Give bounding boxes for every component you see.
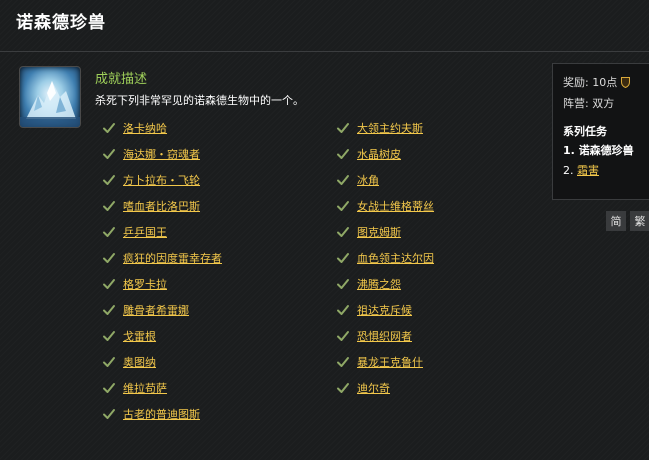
criteria-link[interactable]: 维拉苟萨: [123, 380, 167, 396]
series-item-next: 2. 霜害: [563, 162, 599, 178]
criteria-link[interactable]: 女战士维格蒂丝: [357, 198, 434, 214]
checkmark-icon: [337, 123, 349, 133]
criteria-link[interactable]: 古老的普迪图斯: [123, 406, 200, 422]
criteria-link[interactable]: 戈雷根: [123, 328, 156, 344]
criteria-item: 恐惧织网者: [336, 327, 412, 345]
criteria-link[interactable]: 格罗卡拉: [123, 276, 167, 292]
criteria-item: 戈雷根: [102, 327, 156, 345]
faction-label: 阵营: 双方: [563, 97, 615, 110]
criteria-link[interactable]: 嗜血者比洛巴斯: [123, 198, 200, 214]
title-divider: [0, 51, 649, 52]
criteria-item: 维拉苟萨: [102, 379, 167, 397]
checkmark-icon: [103, 201, 115, 211]
criteria-item: 迪尔奇: [336, 379, 390, 397]
checkmark-icon: [337, 201, 349, 211]
checkmark-icon: [337, 149, 349, 159]
checkmark-icon: [337, 331, 349, 341]
series-heading: 系列任务: [563, 125, 607, 138]
criteria-link[interactable]: 大领主约夫斯: [357, 120, 423, 136]
criteria-link[interactable]: 水晶树皮: [357, 146, 401, 162]
checkmark-icon: [103, 175, 115, 185]
reward-line: 奖励: 10点: [563, 74, 631, 90]
checkmark-icon: [103, 383, 115, 393]
traditional-chinese-button[interactable]: 繁: [630, 211, 649, 231]
side-panel: 奖励: 10点 阵营: 双方 系列任务 1. 诺森德珍兽 2. 霜害: [552, 63, 649, 200]
criteria-item: 方卜拉布・飞轮: [102, 171, 200, 189]
criteria-item: 冰角: [336, 171, 379, 189]
criteria-item: 图克姆斯: [336, 223, 401, 241]
criteria-link[interactable]: 恐惧织网者: [357, 328, 412, 344]
criteria-item: 沸腾之怨: [336, 275, 401, 293]
criteria-link[interactable]: 祖达克斥候: [357, 302, 412, 318]
criteria-item: 乒乒国王: [102, 223, 167, 241]
criteria-item: 嗜血者比洛巴斯: [102, 197, 200, 215]
series-link[interactable]: 霜害: [577, 164, 599, 177]
shield-icon: [621, 76, 631, 88]
criteria-item: 暴龙王克鲁什: [336, 353, 423, 371]
criteria-item: 水晶树皮: [336, 145, 401, 163]
checkmark-icon: [103, 331, 115, 341]
checkmark-icon: [103, 253, 115, 263]
checkmark-icon: [103, 357, 115, 367]
criteria-link[interactable]: 海达娜・窃魂者: [123, 146, 200, 162]
criteria-link[interactable]: 方卜拉布・飞轮: [123, 172, 200, 188]
checkmark-icon: [103, 227, 115, 237]
criteria-item: 血色领主达尔因: [336, 249, 434, 267]
page-title: 诺森德珍兽: [16, 13, 106, 33]
criteria-item: 雕骨者希雷娜: [102, 301, 189, 319]
simplified-chinese-button[interactable]: 简: [606, 211, 626, 231]
criteria-item: 女战士维格蒂丝: [336, 197, 434, 215]
checkmark-icon: [103, 305, 115, 315]
series-label: 诺森德珍兽: [578, 144, 634, 157]
criteria-link[interactable]: 暴龙王克鲁什: [357, 354, 423, 370]
series-item-current: 1. 诺森德珍兽: [563, 142, 634, 158]
checkmark-icon: [103, 409, 115, 419]
checkmark-icon: [103, 123, 115, 133]
description-heading: 成就描述: [95, 72, 148, 87]
checkmark-icon: [337, 227, 349, 237]
criteria-link[interactable]: 雕骨者希雷娜: [123, 302, 189, 318]
reward-label: 奖励: 10点: [563, 76, 618, 89]
checkmark-icon: [337, 253, 349, 263]
checkmark-icon: [337, 279, 349, 289]
checkmark-icon: [337, 357, 349, 367]
criteria-link[interactable]: 疯狂的因度雷幸存者: [123, 250, 222, 266]
criteria-item: 大领主约夫斯: [336, 119, 423, 137]
criteria-link[interactable]: 乒乒国王: [123, 224, 167, 240]
criteria-link[interactable]: 图克姆斯: [357, 224, 401, 240]
checkmark-icon: [103, 149, 115, 159]
description-text: 杀死下列非常罕见的诺森德生物中的一个。: [95, 94, 304, 107]
criteria-item: 古老的普迪图斯: [102, 405, 200, 423]
criteria-item: 洛卡纳哈: [102, 119, 167, 137]
checkmark-icon: [103, 279, 115, 289]
checkmark-icon: [337, 175, 349, 185]
criteria-item: 格罗卡拉: [102, 275, 167, 293]
frozen-mountain-icon: [20, 81, 80, 127]
achievement-icon: [19, 66, 81, 128]
series-number: 1.: [563, 144, 575, 157]
criteria-link[interactable]: 沸腾之怨: [357, 276, 401, 292]
criteria-item: 祖达克斥候: [336, 301, 412, 319]
criteria-item: 奥图纳: [102, 353, 156, 371]
checkmark-icon: [337, 305, 349, 315]
criteria-item: 海达娜・窃魂者: [102, 145, 200, 163]
series-number: 2.: [563, 164, 574, 177]
checkmark-icon: [337, 383, 349, 393]
criteria-item: 疯狂的因度雷幸存者: [102, 249, 222, 267]
criteria-link[interactable]: 洛卡纳哈: [123, 120, 167, 136]
criteria-link[interactable]: 冰角: [357, 172, 379, 188]
criteria-link[interactable]: 奥图纳: [123, 354, 156, 370]
criteria-link[interactable]: 迪尔奇: [357, 380, 390, 396]
criteria-link[interactable]: 血色领主达尔因: [357, 250, 434, 266]
